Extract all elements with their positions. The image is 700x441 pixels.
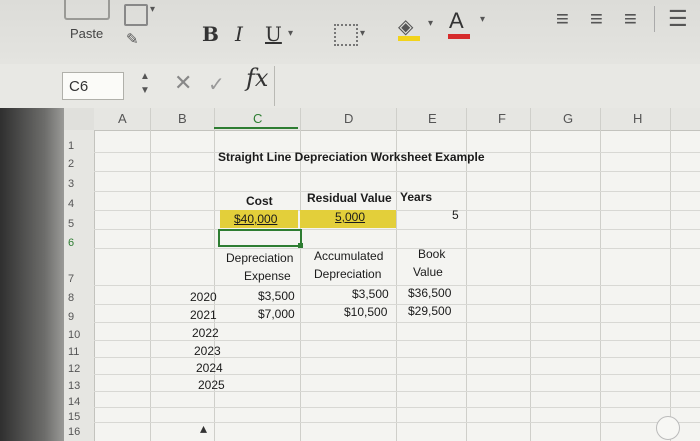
column-headers <box>64 108 700 131</box>
gridline <box>94 422 700 423</box>
years-header[interactable]: Years <box>400 190 432 204</box>
divider <box>274 66 275 106</box>
gridline <box>94 171 700 172</box>
accumulated-cell[interactable]: $10,500 <box>344 305 387 319</box>
chevron-down-icon[interactable]: ▾ <box>428 18 433 29</box>
row-header[interactable]: 1 <box>68 140 90 152</box>
column-header-d[interactable]: D <box>344 111 353 126</box>
book-value-cell[interactable]: $36,500 <box>408 286 451 300</box>
row-header[interactable]: 5 <box>68 218 90 230</box>
column-header-f[interactable]: F <box>498 111 506 126</box>
active-column-indicator <box>214 127 298 129</box>
gridline <box>94 357 700 358</box>
row-header[interactable]: 4 <box>68 198 90 210</box>
column-header-g[interactable]: G <box>563 111 573 126</box>
name-box[interactable]: C6 <box>62 72 124 100</box>
chevron-down-icon[interactable]: ▾ <box>480 14 485 25</box>
format-painter-icon[interactable]: ✎ <box>126 30 139 48</box>
align-right-icon[interactable]: ≡ <box>624 6 637 32</box>
gridline <box>94 248 700 249</box>
enter-icon[interactable]: ✓ <box>208 72 225 97</box>
wrap-text-icon[interactable]: ☰ <box>668 6 688 32</box>
years-value[interactable]: 5 <box>452 208 459 222</box>
book-value-cell[interactable]: $29,500 <box>408 304 451 318</box>
chevron-down-icon[interactable]: ▾ <box>150 4 155 15</box>
help-icon[interactable] <box>656 416 680 440</box>
column-header-b[interactable]: B <box>178 111 187 126</box>
gridline <box>94 374 700 375</box>
align-center-icon[interactable]: ≡ <box>590 6 603 32</box>
column-header-a[interactable]: A <box>118 111 127 126</box>
borders-icon[interactable] <box>334 24 358 46</box>
row-header[interactable]: 8 <box>68 292 90 304</box>
gridline <box>94 285 700 286</box>
bold-button[interactable]: B <box>202 22 219 46</box>
row-header[interactable]: 13 <box>68 380 90 392</box>
book-header-line2[interactable]: Value <box>413 265 443 279</box>
row-header[interactable]: 11 <box>68 346 90 358</box>
residual-header[interactable]: Residual Value <box>307 191 392 205</box>
year-cell[interactable]: 2020 <box>190 290 217 304</box>
underline-button[interactable]: U <box>265 22 282 46</box>
name-box-stepper-icon[interactable]: ▲ ▼ <box>140 70 150 98</box>
year-cell[interactable]: 2024 <box>196 361 223 375</box>
expense-cell[interactable]: $7,000 <box>258 307 295 321</box>
row-header[interactable]: 15 <box>68 411 90 423</box>
depreciation-header-line2[interactable]: Expense <box>244 269 291 283</box>
chevron-down-icon[interactable]: ▾ <box>288 28 293 39</box>
clipboard-icon[interactable] <box>124 4 148 26</box>
book-header-line1[interactable]: Book <box>418 247 445 261</box>
row-header-active[interactable]: 6 <box>68 237 90 249</box>
fill-handle[interactable] <box>298 243 303 248</box>
font-color-swatch <box>448 34 470 39</box>
year-cell[interactable]: 2023 <box>194 344 221 358</box>
insert-function-button[interactable]: fx <box>246 64 268 92</box>
chevron-down-icon[interactable]: ▾ <box>360 28 365 39</box>
gridline <box>94 304 700 305</box>
fill-color-swatch <box>398 36 420 41</box>
gridline <box>94 210 700 211</box>
selected-cell-c6[interactable] <box>218 229 302 247</box>
accumulated-cell[interactable]: $3,500 <box>352 287 389 301</box>
shadow <box>0 108 64 441</box>
cost-value[interactable]: $40,000 <box>234 212 277 226</box>
depreciation-header-line1[interactable]: Depreciation <box>226 251 293 265</box>
align-left-icon[interactable]: ≡ <box>556 6 569 32</box>
divider <box>654 6 655 32</box>
row-header[interactable]: 9 <box>68 311 90 323</box>
font-color-button[interactable]: A <box>449 8 464 34</box>
gridline <box>94 229 700 230</box>
worksheet-title[interactable]: Straight Line Depreciation Worksheet Exa… <box>218 150 485 164</box>
residual-value[interactable]: 5,000 <box>335 210 365 224</box>
cost-header[interactable]: Cost <box>246 194 273 208</box>
column-header-e[interactable]: E <box>428 111 437 126</box>
paste-button[interactable]: Paste <box>70 26 103 41</box>
select-all-corner[interactable] <box>64 108 94 130</box>
row-headers <box>64 130 95 441</box>
accumulated-header-line2[interactable]: Depreciation <box>314 267 381 281</box>
cursor-icon: ▴ <box>200 420 208 436</box>
gridline <box>94 340 700 341</box>
year-cell[interactable]: 2021 <box>190 308 217 322</box>
cancel-icon[interactable]: ✕ <box>174 70 192 96</box>
expense-cell[interactable]: $3,500 <box>258 289 295 303</box>
row-header[interactable]: 12 <box>68 363 90 375</box>
paste-icon[interactable] <box>64 0 110 20</box>
row-header[interactable]: 10 <box>68 329 90 341</box>
column-header-h[interactable]: H <box>633 111 642 126</box>
gridline <box>94 407 700 408</box>
row-header[interactable]: 3 <box>68 178 90 190</box>
gridline <box>94 191 700 192</box>
accumulated-header-line1[interactable]: Accumulated <box>314 249 383 263</box>
gridline <box>94 391 700 392</box>
row-header[interactable]: 16 <box>68 426 90 438</box>
column-header-c[interactable]: C <box>253 111 262 126</box>
row-header[interactable]: 7 <box>68 273 90 285</box>
year-cell[interactable]: 2025 <box>198 378 225 392</box>
row-header[interactable]: 14 <box>68 396 90 408</box>
italic-button[interactable]: I <box>235 22 243 46</box>
row-header[interactable]: 2 <box>68 158 90 170</box>
gridline <box>94 322 700 323</box>
year-cell[interactable]: 2022 <box>192 326 219 340</box>
